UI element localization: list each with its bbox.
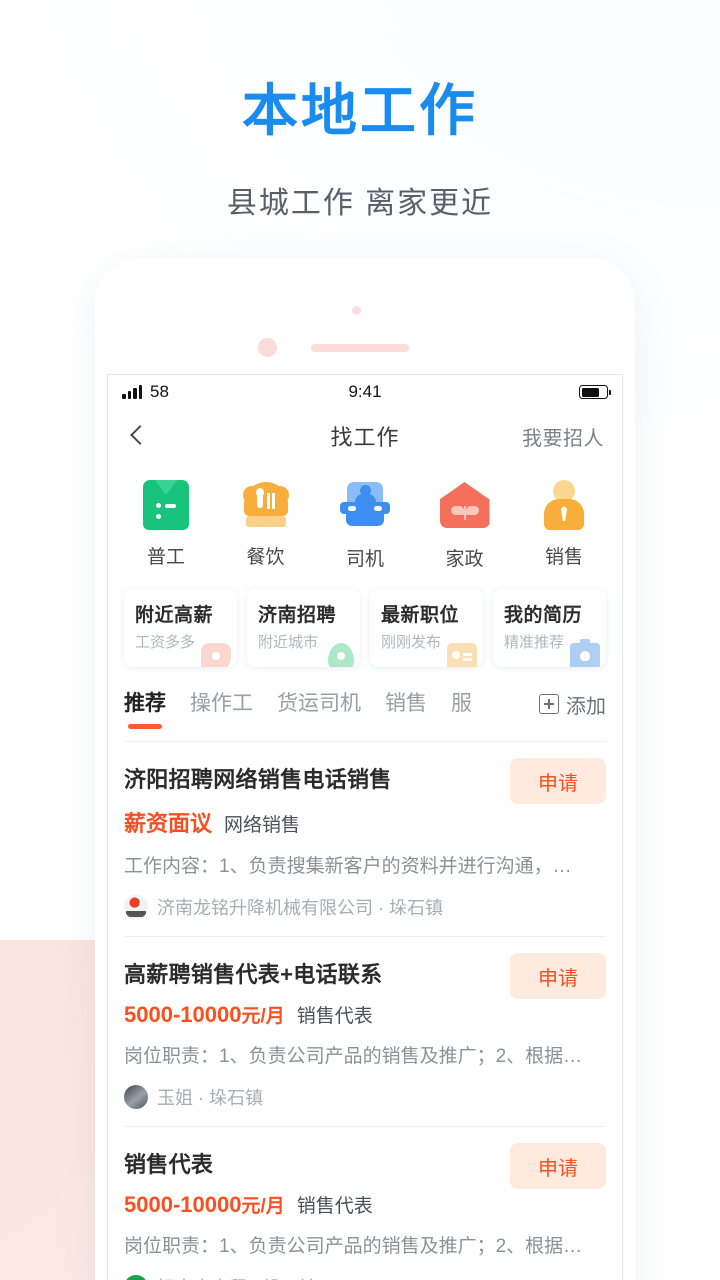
- tab-freight-driver[interactable]: 货运司机: [277, 685, 361, 717]
- quick-link-title: 济南招聘: [258, 605, 337, 626]
- category-item-pugong[interactable]: 普工: [130, 479, 202, 571]
- job-description: 工作内容：1、负责搜集新客户的资料并进行沟通，…: [124, 856, 572, 877]
- location-pin-icon: [201, 643, 231, 667]
- category-item-siji[interactable]: 司机: [329, 479, 401, 571]
- job-list: 济阳招聘网络销售电话销售 薪资面议 网络销售 工作内容：1、负责搜集新客户的资料…: [108, 742, 622, 1280]
- nav-bar: 找工作 我要招人: [108, 409, 622, 463]
- hero-title: 本地工作: [242, 79, 478, 142]
- tab-sales[interactable]: 销售: [385, 685, 427, 717]
- tab-operator[interactable]: 操作工: [190, 685, 253, 717]
- person-tie-icon: [538, 480, 590, 532]
- job-company-name: 好南方商贸 · 垛石镇: [157, 1274, 317, 1280]
- hero-subtitle: 县城工作 离家更近: [226, 186, 494, 220]
- job-meta: 薪资面议 网络销售: [124, 806, 606, 838]
- apply-button[interactable]: 申请: [510, 758, 606, 804]
- apply-button[interactable]: 申请: [510, 1143, 606, 1189]
- category-item-canyin[interactable]: 餐饮: [230, 479, 302, 571]
- job-company-name: 玉姐 · 垛石镇: [157, 1088, 263, 1108]
- job-description: 岗位职责：1、负责公司产品的销售及推广；2、根据…: [124, 1046, 583, 1067]
- sensor-dot-icon: [258, 338, 277, 357]
- category-label: 普工: [146, 547, 185, 568]
- status-bar-time: 9:41: [348, 382, 382, 401]
- quick-link-latest-jobs[interactable]: 最新职位 刚刚发布: [370, 589, 483, 667]
- category-label: 司机: [345, 549, 384, 570]
- job-company-name: 济南龙铭升降机械有限公司 · 垛石镇: [157, 898, 443, 918]
- company-green-avatar: [124, 1275, 148, 1280]
- add-tab-button[interactable]: 添加: [519, 683, 622, 725]
- job-company-row: 好南方商贸 · 垛石镇: [124, 1274, 606, 1280]
- tab-service[interactable]: 服: [451, 685, 472, 717]
- shirt-icon: [140, 480, 192, 532]
- company-logo-avatar: [124, 895, 148, 919]
- category-item-xiaoshou[interactable]: 销售: [528, 479, 600, 571]
- car-icon: [339, 482, 391, 534]
- apply-button[interactable]: 申请: [510, 953, 606, 999]
- earpiece-speaker: [311, 344, 409, 352]
- camera-dot-icon: [352, 306, 361, 315]
- plus-square-icon: [539, 694, 559, 714]
- quick-link-jinan-jobs[interactable]: 济南招聘 附近城市: [247, 589, 360, 667]
- page-title: 找工作: [330, 425, 400, 450]
- promo-screenshot: 本地工作 县城工作 离家更近 58 9:41 找工作 我要招人 普工 餐饮 司机…: [0, 0, 720, 1280]
- status-bar-right: [579, 385, 611, 399]
- job-list-item[interactable]: 销售代表 5000-10000元/月 销售代表 岗位职责：1、负责公司产品的销售…: [124, 1127, 606, 1280]
- category-item-jiazheng[interactable]: 家政: [429, 479, 501, 571]
- resume-icon: [570, 639, 600, 667]
- category-label: 家政: [445, 549, 484, 570]
- job-role: 网络销售: [224, 815, 301, 836]
- quick-link-title: 我的简历: [504, 605, 583, 626]
- category-row: 普工 餐饮 司机 家政 销售: [108, 463, 622, 577]
- chef-hat-icon: [240, 480, 292, 532]
- phone-bezel-top: [95, 258, 635, 374]
- job-list-item[interactable]: 济阳招聘网络销售电话销售 薪资面议 网络销售 工作内容：1、负责搜集新客户的资料…: [124, 742, 606, 937]
- job-company-row: 玉姐 · 垛石镇: [124, 1084, 606, 1110]
- category-label: 销售: [544, 547, 583, 568]
- job-list-item[interactable]: 高薪聘销售代表+电话联系 5000-10000元/月 销售代表 岗位职责：1、负…: [124, 937, 606, 1127]
- phone-mockup: 58 9:41 找工作 我要招人 普工 餐饮 司机 家政 销售 附近高薪 工资多…: [95, 258, 635, 1280]
- battery-icon: [579, 385, 611, 399]
- recruiter-photo-avatar: [124, 1085, 148, 1109]
- add-tab-label: 添加: [566, 695, 606, 718]
- job-salary: 薪资面议: [124, 811, 213, 836]
- phone-screen: 58 9:41 找工作 我要招人 普工 餐饮 司机 家政 销售 附近高薪 工资多…: [107, 374, 623, 1280]
- category-label: 餐饮: [246, 547, 285, 568]
- job-description: 岗位职责：1、负责公司产品的销售及推广；2、根据…: [124, 1236, 583, 1257]
- quick-link-title: 最新职位: [381, 605, 460, 626]
- tab-recommended[interactable]: 推荐: [124, 685, 166, 729]
- job-role: 销售代表: [296, 1006, 373, 1027]
- job-role: 销售代表: [296, 1196, 373, 1217]
- job-company-row: 济南龙铭升降机械有限公司 · 垛石镇: [124, 894, 606, 920]
- job-meta: 5000-10000元/月 销售代表: [124, 1001, 606, 1028]
- id-card-icon: [447, 643, 477, 667]
- job-salary: 5000-10000元/月: [124, 1192, 285, 1217]
- quick-link-my-resume[interactable]: 我的简历 精准推荐: [493, 589, 606, 667]
- tab-bar: 推荐 操作工 货运司机 销售 服 添加: [108, 683, 622, 742]
- hero-section: 本地工作 县城工作 离家更近: [0, 0, 720, 222]
- job-salary: 5000-10000元/月: [124, 1002, 285, 1027]
- status-bar: 58 9:41: [108, 375, 622, 409]
- quick-link-title: 附近高薪: [135, 605, 214, 626]
- quick-link-row: 附近高薪 工资多多 济南招聘 附近城市 最新职位 刚刚发布 我的简历 精准推荐: [108, 577, 622, 671]
- quick-link-nearby-high-salary[interactable]: 附近高薪 工资多多: [124, 589, 237, 667]
- house-plant-icon: [439, 482, 491, 534]
- job-meta: 5000-10000元/月 销售代表: [124, 1191, 606, 1218]
